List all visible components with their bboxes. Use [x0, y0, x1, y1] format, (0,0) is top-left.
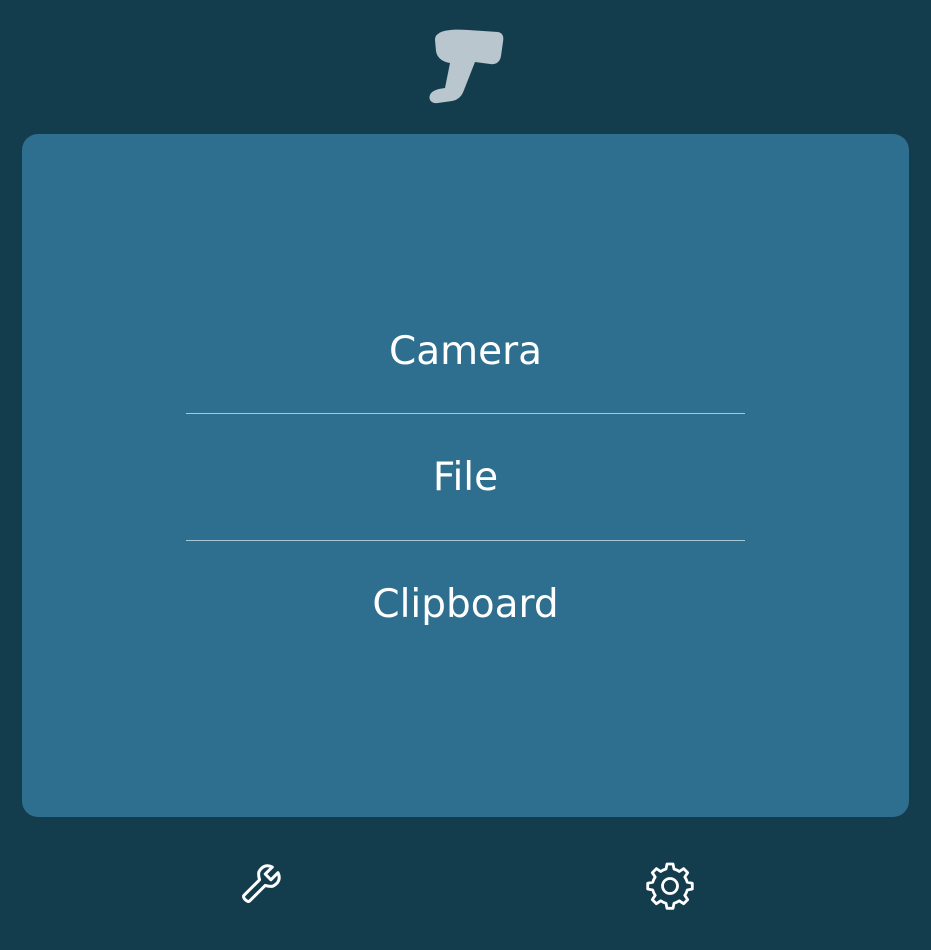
barcode-scanner-icon — [429, 29, 504, 104]
wrench-icon — [242, 864, 281, 903]
tools-button[interactable] — [231, 854, 291, 914]
settings-button[interactable] — [640, 854, 700, 914]
file-button[interactable]: File — [186, 414, 745, 540]
clipboard-button[interactable]: Clipboard — [186, 541, 745, 667]
gear-icon — [646, 862, 694, 910]
app-window: Camera File Clipboard — [0, 0, 931, 950]
source-menu-card: Camera File Clipboard — [22, 134, 909, 817]
camera-button[interactable]: Camera — [186, 288, 745, 414]
